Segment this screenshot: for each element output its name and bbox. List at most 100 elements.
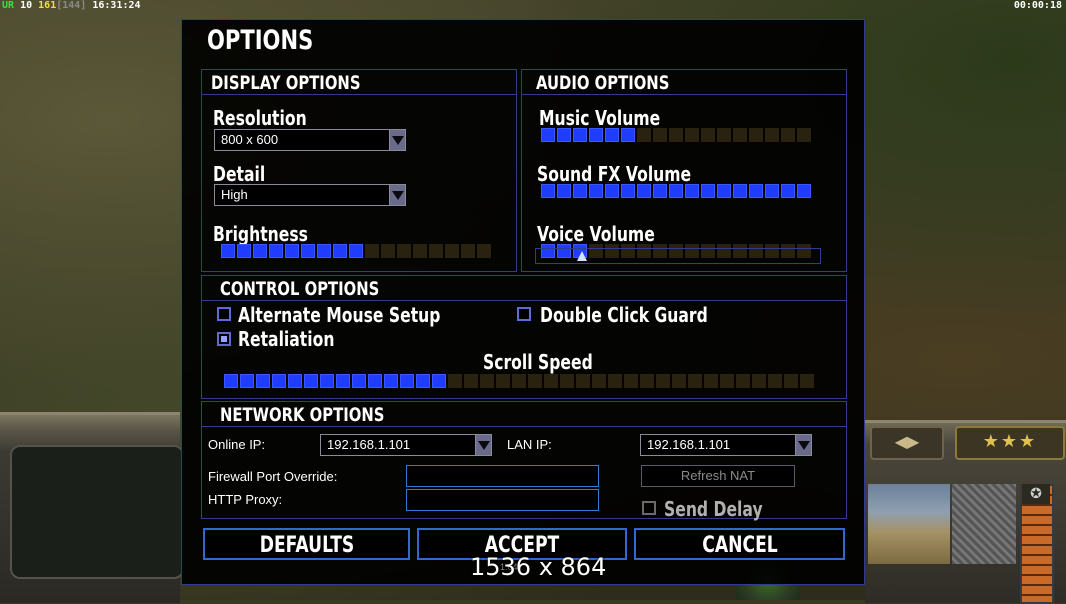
slider-segment[interactable]: [557, 184, 571, 198]
slider-segment[interactable]: [589, 128, 603, 142]
chevron-down-icon[interactable]: [389, 130, 405, 150]
http-proxy-input[interactable]: [406, 489, 599, 511]
slider-segment[interactable]: [429, 244, 443, 258]
defaults-button[interactable]: DEFAULTS: [203, 528, 410, 560]
slider-segment[interactable]: [637, 128, 651, 142]
slider-segment[interactable]: [621, 128, 635, 142]
slider-segment[interactable]: [621, 244, 635, 258]
slider-segment[interactable]: [669, 244, 683, 258]
resolution-dropdown[interactable]: 800 x 600: [214, 129, 406, 151]
detail-dropdown[interactable]: High: [214, 184, 406, 206]
slider-segment[interactable]: [640, 374, 654, 388]
slider-segment[interactable]: [704, 374, 718, 388]
slider-segment[interactable]: [781, 184, 795, 198]
slider-segment[interactable]: [752, 374, 766, 388]
slider-segment[interactable]: [317, 244, 331, 258]
retaliation-checkbox[interactable]: [217, 332, 231, 346]
slider-segment[interactable]: [272, 374, 286, 388]
slider-segment[interactable]: [253, 244, 267, 258]
slider-segment[interactable]: [224, 374, 238, 388]
slider-segment[interactable]: [672, 374, 686, 388]
slider-segment[interactable]: [733, 128, 747, 142]
slider-segment[interactable]: [768, 374, 782, 388]
firewall-port-input[interactable]: [406, 465, 599, 487]
slider-segment[interactable]: [685, 184, 699, 198]
slider-segment[interactable]: [797, 128, 811, 142]
slider-segment[interactable]: [557, 244, 571, 258]
slider-segment[interactable]: [285, 244, 299, 258]
slider-segment[interactable]: [637, 244, 651, 258]
brightness-slider[interactable]: [221, 244, 491, 260]
lan-ip-dropdown[interactable]: 192.168.1.101: [640, 434, 812, 456]
slider-segment[interactable]: [749, 128, 763, 142]
slider-segment[interactable]: [621, 184, 635, 198]
slider-segment[interactable]: [605, 244, 619, 258]
slider-segment[interactable]: [544, 374, 558, 388]
refresh-nat-button[interactable]: Refresh NAT: [641, 465, 795, 487]
slider-segment[interactable]: [669, 184, 683, 198]
alt-mouse-label[interactable]: Alternate Mouse Setup: [238, 303, 440, 327]
slider-segment[interactable]: [637, 184, 651, 198]
slider-segment[interactable]: [605, 128, 619, 142]
online-ip-dropdown[interactable]: 192.168.1.101: [320, 434, 492, 456]
slider-segment[interactable]: [784, 374, 798, 388]
slider-segment[interactable]: [477, 244, 491, 258]
alt-mouse-checkbox[interactable]: [217, 307, 231, 321]
slider-segment[interactable]: [797, 184, 811, 198]
chevron-down-icon[interactable]: [475, 435, 491, 455]
slider-segment[interactable]: [720, 374, 734, 388]
slider-segment[interactable]: [685, 244, 699, 258]
slider-segment[interactable]: [717, 128, 731, 142]
slider-segment[interactable]: [336, 374, 350, 388]
slider-segment[interactable]: [589, 244, 603, 258]
slider-segment[interactable]: [464, 374, 478, 388]
slider-segment[interactable]: [653, 128, 667, 142]
slider-segment[interactable]: [749, 184, 763, 198]
slider-segment[interactable]: [717, 184, 731, 198]
slider-segment[interactable]: [432, 374, 446, 388]
slider-segment[interactable]: [781, 244, 795, 258]
slider-segment[interactable]: [368, 374, 382, 388]
double-click-label[interactable]: Double Click Guard: [540, 303, 708, 327]
slider-segment[interactable]: [528, 374, 542, 388]
slider-segment[interactable]: [749, 244, 763, 258]
slider-segment[interactable]: [589, 184, 603, 198]
slider-segment[interactable]: [381, 244, 395, 258]
slider-segment[interactable]: [397, 244, 411, 258]
slider-segment[interactable]: [221, 244, 235, 258]
music-volume-slider[interactable]: [541, 128, 811, 144]
slider-segment[interactable]: [624, 374, 638, 388]
slider-segment[interactable]: [448, 374, 462, 388]
slider-segment[interactable]: [685, 128, 699, 142]
slider-segment[interactable]: [349, 244, 363, 258]
slider-segment[interactable]: [605, 184, 619, 198]
slider-segment[interactable]: [384, 374, 398, 388]
slider-segment[interactable]: [653, 244, 667, 258]
slider-segment[interactable]: [512, 374, 526, 388]
slider-segment[interactable]: [701, 184, 715, 198]
slider-segment[interactable]: [557, 128, 571, 142]
slider-segment[interactable]: [480, 374, 494, 388]
slider-segment[interactable]: [240, 374, 254, 388]
slider-segment[interactable]: [413, 244, 427, 258]
slider-segment[interactable]: [445, 244, 459, 258]
chevron-down-icon[interactable]: [795, 435, 811, 455]
slider-segment[interactable]: [352, 374, 366, 388]
slider-segment[interactable]: [781, 128, 795, 142]
slider-segment[interactable]: [653, 184, 667, 198]
slider-segment[interactable]: [800, 374, 814, 388]
slider-segment[interactable]: [733, 184, 747, 198]
cancel-button[interactable]: CANCEL: [634, 528, 845, 560]
slider-segment[interactable]: [461, 244, 475, 258]
double-click-checkbox[interactable]: [517, 307, 531, 321]
slider-segment[interactable]: [301, 244, 315, 258]
slider-segment[interactable]: [765, 184, 779, 198]
slider-segment[interactable]: [576, 374, 590, 388]
slider-segment[interactable]: [669, 128, 683, 142]
slider-segment[interactable]: [333, 244, 347, 258]
scroll-speed-slider[interactable]: [224, 374, 814, 390]
send-delay-checkbox[interactable]: [642, 501, 656, 515]
slider-segment[interactable]: [541, 244, 555, 258]
slider-segment[interactable]: [656, 374, 670, 388]
slider-segment[interactable]: [592, 374, 606, 388]
